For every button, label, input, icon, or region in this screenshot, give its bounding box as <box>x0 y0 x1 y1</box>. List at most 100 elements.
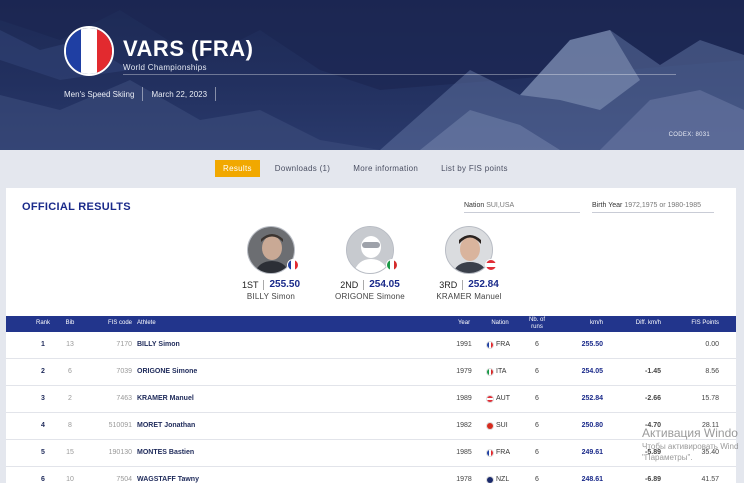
cell-rank: 2 <box>41 368 45 375</box>
cell-rank: 6 <box>41 476 45 483</box>
header-nation[interactable]: Nation <box>480 320 520 327</box>
nation-flag-icon <box>486 368 494 376</box>
cell-bib: 6 <box>68 368 72 375</box>
cell-kmh: 255.50 <box>581 341 603 348</box>
cell-diff: -5.89 <box>645 449 661 456</box>
tab-results[interactable]: Results <box>215 160 260 177</box>
podium-athlete-name: ORIGONE Simone <box>335 292 405 301</box>
cell-bib: 13 <box>66 341 74 348</box>
event-discipline: Men's Speed Skiing <box>64 89 135 99</box>
italy-flag-icon <box>386 259 398 271</box>
cell-fis-points: 8.56 <box>705 368 719 375</box>
cell-rank: 3 <box>41 395 45 402</box>
nation-code: ITA <box>496 368 507 375</box>
meta-separator <box>142 87 144 101</box>
cell-diff <box>621 332 661 358</box>
podium-speed: 252.84 <box>468 279 499 290</box>
cell-athlete[interactable]: MONTES Bastien <box>137 440 387 466</box>
header-athlete[interactable]: Athlete <box>137 320 197 327</box>
cell-kmh: 252.84 <box>581 395 603 402</box>
cell-year: 1991 <box>456 341 472 348</box>
cell-fis-code: 190130 <box>108 449 132 456</box>
event-meta: Men's Speed Skiing March 22, 2023 <box>64 87 224 101</box>
official-results-title: OFFICIAL RESULTS <box>22 201 131 213</box>
mountain-background <box>0 0 744 150</box>
podium-separator <box>462 279 464 290</box>
podium-place-line: 2ND 254.05 <box>320 279 420 290</box>
cell-athlete[interactable]: KRAMER Manuel <box>137 386 387 412</box>
cell-bib: 15 <box>66 449 74 456</box>
header-fis-points[interactable]: FIS Points <box>669 320 719 327</box>
cell-diff: -2.66 <box>645 395 661 402</box>
table-row[interactable]: 3 2 7463 KRAMER Manuel 1989 AUT 6 252.84 -2.66 15… <box>6 386 736 413</box>
cell-rank: 4 <box>41 422 45 429</box>
podium-first[interactable]: 1ST 255.50 BILLY Simon <box>221 226 321 301</box>
header-diff[interactable]: Diff. km/h <box>611 320 661 327</box>
header-kmh[interactable]: km/h <box>561 320 603 327</box>
cell-year: 1989 <box>456 395 472 402</box>
birth-year-filter-value: 1972,1975 or 1980-1985 <box>624 202 701 209</box>
nation-flag-icon <box>486 341 494 349</box>
header-fis-code[interactable]: FIS code <box>88 320 132 327</box>
nation-flag-icon <box>486 449 494 457</box>
nation-flag-icon <box>486 476 494 483</box>
header-runs-line-2: runs <box>531 324 543 330</box>
podium-place: 2ND <box>340 279 359 290</box>
cell-year: 1985 <box>456 449 472 456</box>
cell-fis-code: 7504 <box>116 476 132 483</box>
header-year[interactable]: Year <box>446 320 482 327</box>
podium-place: 3RD <box>439 279 458 290</box>
cell-fis-points: 41.57 <box>701 476 719 483</box>
cell-athlete[interactable]: MORET Jonathan <box>137 413 387 439</box>
table-row[interactable]: 4 8 510091 MORET Jonathan 1982 SUI 6 250.80 -4.7… <box>6 413 736 440</box>
table-row[interactable]: 2 6 7039 ORIGONE Simone 1979 ITA 6 254.05 -1.45 8… <box>6 359 736 386</box>
cell-kmh: 250.80 <box>581 422 603 429</box>
event-subtitle: World Championships <box>123 63 207 72</box>
podium-speed: 254.05 <box>369 279 400 290</box>
cell-runs: 6 <box>535 476 539 483</box>
cell-athlete[interactable]: BILLY Simon <box>137 332 387 358</box>
cell-runs: 6 <box>535 422 539 429</box>
event-codex: CODEX: 8031 <box>668 132 710 138</box>
cell-kmh: 248.61 <box>581 476 603 483</box>
nation-flag-icon <box>486 422 494 430</box>
cell-runs: 6 <box>535 368 539 375</box>
cell-rank: 5 <box>41 449 45 456</box>
table-row[interactable]: 6 10 7504 WAGSTAFF Tawny 1978 NZL 6 248.61 -6.89… <box>6 467 736 483</box>
podium-second[interactable]: 2ND 254.05 ORIGONE Simone <box>320 226 420 301</box>
cell-runs: 6 <box>535 395 539 402</box>
nation-code: FRA <box>496 341 510 348</box>
cell-athlete[interactable]: WAGSTAFF Tawny <box>137 467 387 483</box>
cell-bib: 2 <box>68 395 72 402</box>
event-title: VARS (FRA) <box>123 36 254 61</box>
cell-bib: 8 <box>68 422 72 429</box>
nation-filter[interactable]: Nation SUI,USA <box>464 202 580 213</box>
header-runs[interactable]: Nb. of runs <box>517 317 557 331</box>
tab-more-information[interactable]: More information <box>345 160 426 177</box>
cell-fis-code: 7170 <box>116 341 132 348</box>
podium-separator <box>263 279 265 290</box>
cell-fis-points: 28.11 <box>702 422 719 429</box>
tab-list-by-fis-points[interactable]: List by FIS points <box>433 160 516 177</box>
cell-athlete[interactable]: ORIGONE Simone <box>137 359 387 385</box>
cell-fis-points: 0.00 <box>705 341 719 348</box>
tab-downloads[interactable]: Downloads (1) <box>267 160 338 177</box>
cell-diff: -1.45 <box>645 368 661 375</box>
podium-third[interactable]: 3RD 252.84 KRAMER Manuel <box>419 226 519 301</box>
event-tabs: Results Downloads (1) More information L… <box>215 160 523 177</box>
nation-code: SUI <box>496 422 508 429</box>
table-row[interactable]: 5 15 190130 MONTES Bastien 1985 FRA 6 249.61 -5.… <box>6 440 736 467</box>
table-row[interactable]: 1 13 7170 BILLY Simon 1991 FRA 6 255.50 0.00 <box>6 332 736 359</box>
birth-year-filter[interactable]: Birth Year 1972,1975 or 1980-1985 <box>592 202 714 213</box>
nation-code: FRA <box>496 449 510 456</box>
podium-athlete-name: KRAMER Manuel <box>436 292 502 301</box>
cell-rank: 1 <box>41 341 45 348</box>
cell-kmh: 254.05 <box>581 368 603 375</box>
results-table-header: Rank Bib FIS code Athlete Year Nation Nb… <box>6 316 736 332</box>
header-bib[interactable]: Bib <box>58 320 82 327</box>
header-rank[interactable]: Rank <box>28 320 58 327</box>
cell-runs: 6 <box>535 449 539 456</box>
austria-flag-icon <box>485 259 497 271</box>
cell-fis-code: 510091 <box>108 422 132 429</box>
cell-fis-code: 7463 <box>116 395 132 402</box>
